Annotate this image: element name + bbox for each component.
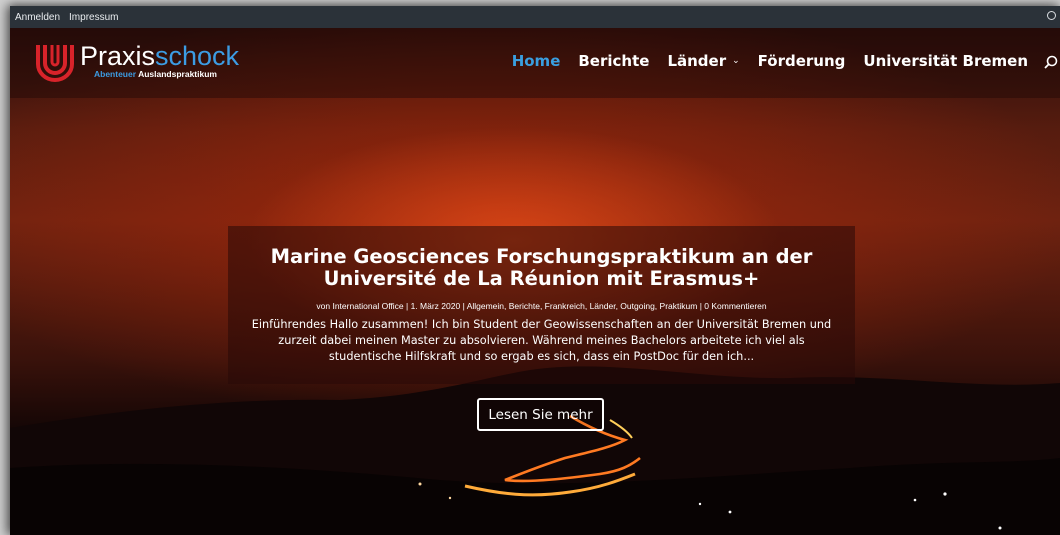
logo-tag-part1: Abenteuer [94, 69, 137, 79]
top-bar: Anmelden Impressum [10, 6, 1060, 28]
category-link[interactable]: Outgoing [620, 301, 655, 311]
post-title[interactable]: Marine Geosciences Forschungspraktikum a… [228, 246, 855, 290]
nav-item-foerderung[interactable]: Förderung [758, 52, 846, 70]
nav-item-label: Berichte [578, 52, 650, 70]
search-icon[interactable] [1044, 55, 1058, 69]
author-link[interactable]: International Office [332, 301, 403, 311]
nav-item-label: Home [511, 52, 561, 70]
logo-u-icon [36, 45, 74, 82]
login-link[interactable]: Anmelden [15, 12, 60, 23]
post-date: 1. März 2020 [410, 301, 461, 311]
nav-item-label: Länder [667, 52, 727, 70]
main-nav: Home Berichte Länder ⌄ Förderung Universi… [512, 52, 1028, 70]
nav-item-berichte[interactable]: Berichte [578, 52, 649, 70]
meta-prefix: von [316, 301, 331, 311]
comments-link[interactable]: 0 Kommentieren [704, 301, 766, 311]
post-meta: von International Office | 1. März 2020 … [316, 301, 767, 311]
category-link[interactable]: Länder [590, 301, 616, 311]
logo-tag-part2: Auslandspraktikum [138, 69, 217, 79]
category-link[interactable]: Berichte [509, 301, 540, 311]
category-link[interactable]: Frankreich [545, 301, 585, 311]
featured-post: Marine Geosciences Forschungspraktikum a… [228, 226, 855, 384]
chevron-down-icon: ⌄ [732, 56, 740, 66]
browser-viewport: Anmelden Impressum Praxisschock Abenteue… [10, 6, 1060, 535]
category-link[interactable]: Allgemein [467, 301, 504, 311]
nav-item-label: Förderung [757, 52, 846, 70]
site-header: Praxisschock Abenteuer Auslandspraktikum… [10, 28, 1060, 98]
imprint-link[interactable]: Impressum [69, 12, 118, 23]
logo-word-part2: schock [155, 41, 240, 71]
post-excerpt: Einführendes Hallo zusammen! Ich bin Stu… [251, 318, 832, 363]
nav-item-label: Universität Bremen [863, 52, 1028, 70]
nav-item-home[interactable]: Home [512, 52, 561, 70]
nav-item-universitaet-bremen[interactable]: Universität Bremen [863, 52, 1028, 70]
logo-word-part1: Praxis [80, 41, 156, 71]
site-logo[interactable]: Praxisschock Abenteuer Auslandspraktikum [34, 42, 239, 82]
category-link[interactable]: Praktikum [660, 301, 698, 311]
read-more-button[interactable]: Lesen Sie mehr [477, 398, 604, 431]
nav-item-laender[interactable]: Länder ⌄ [667, 52, 739, 70]
corner-icon [1047, 11, 1056, 20]
